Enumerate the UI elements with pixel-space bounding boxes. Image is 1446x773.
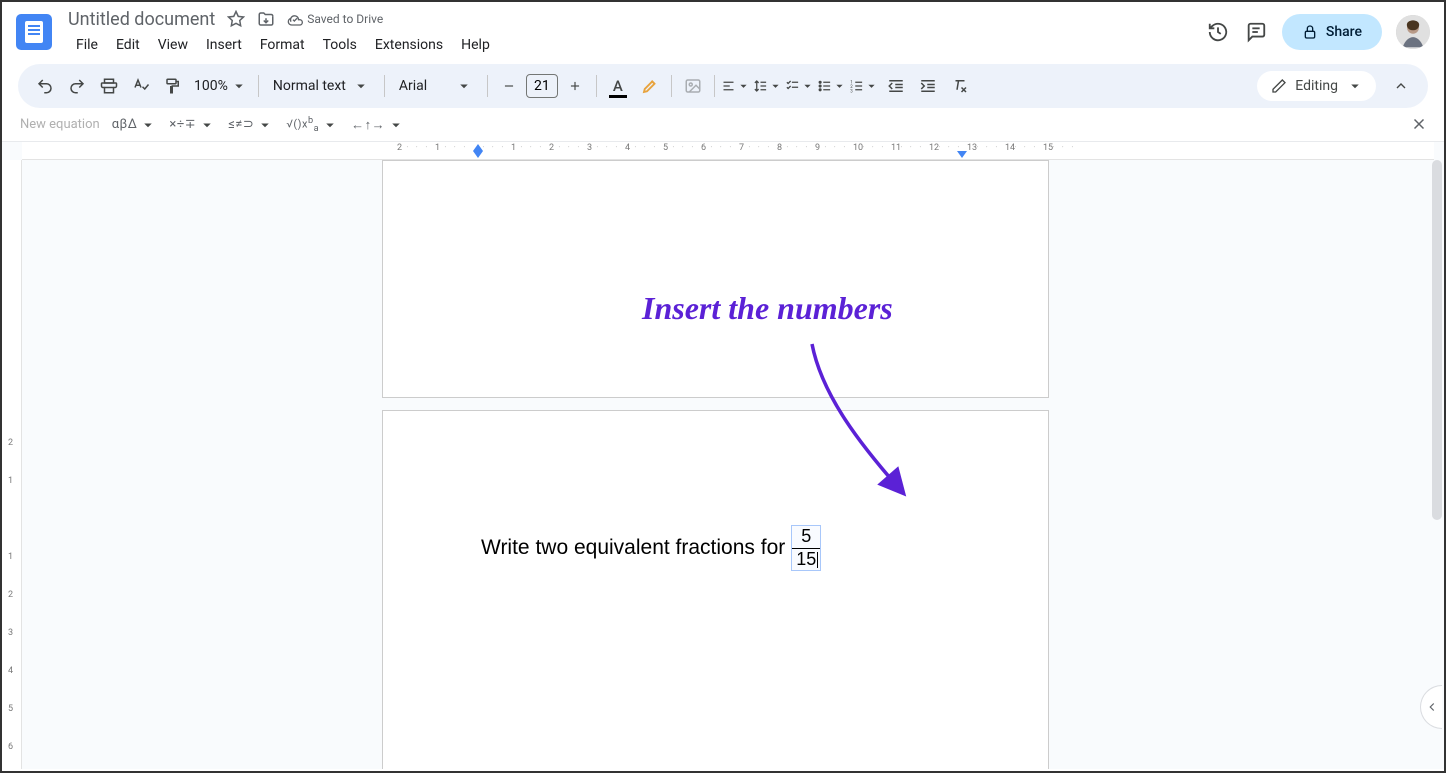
share-label: Share <box>1326 24 1362 40</box>
bulleted-list-button[interactable] <box>817 71 847 101</box>
editing-label: Editing <box>1295 78 1338 94</box>
font-value: Arial <box>399 78 427 94</box>
menu-insert[interactable]: Insert <box>198 35 250 55</box>
page-2[interactable]: Write two equivalent fractions for 5 15 <box>382 410 1049 769</box>
math-operations-dropdown[interactable]: √()xba <box>286 116 339 134</box>
align-button[interactable] <box>721 71 751 101</box>
print-button[interactable] <box>94 71 124 101</box>
scrollbar-thumb[interactable] <box>1432 160 1442 520</box>
increase-fontsize-button[interactable] <box>560 71 590 101</box>
comments-icon[interactable] <box>1244 20 1268 44</box>
font-size-group: 21 <box>494 71 590 101</box>
menu-format[interactable]: Format <box>252 35 313 55</box>
fraction-denominator[interactable]: 15 <box>792 549 820 571</box>
redo-button[interactable] <box>62 71 92 101</box>
text-cursor <box>817 552 818 568</box>
undo-button[interactable] <box>30 71 60 101</box>
move-icon[interactable] <box>257 10 275 28</box>
line-spacing-button[interactable] <box>753 71 783 101</box>
clear-formatting-button[interactable] <box>945 71 975 101</box>
fraction-numerator[interactable]: 5 <box>797 526 815 548</box>
menu-extensions[interactable]: Extensions <box>367 35 451 55</box>
page-1[interactable] <box>382 160 1049 398</box>
font-dropdown[interactable]: Arial <box>391 77 481 95</box>
horizontal-ruler[interactable]: 2···1······1···2···3···4···5···6···7···8… <box>22 142 1434 160</box>
paint-format-button[interactable] <box>158 71 188 101</box>
doc-text-content: Write two equivalent fractions for <box>481 536 785 560</box>
saved-label: Saved to Drive <box>307 12 383 26</box>
zoom-value: 100% <box>194 78 228 94</box>
numbered-list-button[interactable]: 123 <box>849 71 879 101</box>
menu-bar: File Edit View Insert Format Tools Exten… <box>68 32 498 58</box>
relations-dropdown[interactable]: ≤≠⊃ <box>228 116 274 134</box>
document-text[interactable]: Write two equivalent fractions for 5 15 <box>481 525 821 571</box>
fraction-equation[interactable]: 5 15 <box>791 525 821 571</box>
menu-help[interactable]: Help <box>453 35 498 55</box>
docs-logo[interactable] <box>16 14 52 50</box>
greek-letters-dropdown[interactable]: αβΔ <box>112 116 158 134</box>
decrease-fontsize-button[interactable] <box>494 71 524 101</box>
vertical-ruler[interactable]: 21123456 <box>2 160 22 769</box>
document-area: 2···1······1···2···3···4···5···6···7···8… <box>2 142 1444 769</box>
insert-image-button[interactable] <box>678 71 708 101</box>
share-button[interactable]: Share <box>1282 14 1382 50</box>
text-color-button[interactable]: A <box>603 71 633 101</box>
equation-toolbar: New equation αβΔ ×÷∓ ≤≠⊃ √()xba ←↑→ <box>2 108 1444 142</box>
account-avatar[interactable] <box>1396 15 1430 49</box>
svg-text:3: 3 <box>850 89 853 94</box>
increase-indent-button[interactable] <box>913 71 943 101</box>
new-equation-button[interactable]: New equation <box>20 117 100 132</box>
title-bar: Untitled document Saved to Drive File Ed… <box>2 2 1444 62</box>
checklist-button[interactable] <box>785 71 815 101</box>
zoom-dropdown[interactable]: 100% <box>190 77 252 95</box>
styles-dropdown[interactable]: Normal text <box>265 77 378 95</box>
menu-view[interactable]: View <box>150 35 196 55</box>
spellcheck-button[interactable] <box>126 71 156 101</box>
fontsize-input[interactable]: 21 <box>526 74 558 98</box>
editing-mode-dropdown[interactable]: Editing <box>1257 71 1376 101</box>
highlight-button[interactable] <box>635 71 665 101</box>
main-toolbar: 100% Normal text Arial 21 A 123 Editing <box>18 64 1428 108</box>
menu-file[interactable]: File <box>68 35 106 55</box>
collapse-toolbar-button[interactable] <box>1386 71 1416 101</box>
decrease-indent-button[interactable] <box>881 71 911 101</box>
misc-operations-dropdown[interactable]: ×÷∓ <box>169 116 216 134</box>
close-equation-bar-button[interactable] <box>1410 115 1428 133</box>
menu-edit[interactable]: Edit <box>108 35 148 55</box>
star-icon[interactable] <box>227 10 245 28</box>
arrows-dropdown[interactable]: ←↑→ <box>351 116 405 134</box>
history-icon[interactable] <box>1206 20 1230 44</box>
saved-status[interactable]: Saved to Drive <box>287 11 383 27</box>
menu-tools[interactable]: Tools <box>315 35 365 55</box>
document-title[interactable]: Untitled document <box>68 9 215 30</box>
styles-value: Normal text <box>273 78 346 94</box>
